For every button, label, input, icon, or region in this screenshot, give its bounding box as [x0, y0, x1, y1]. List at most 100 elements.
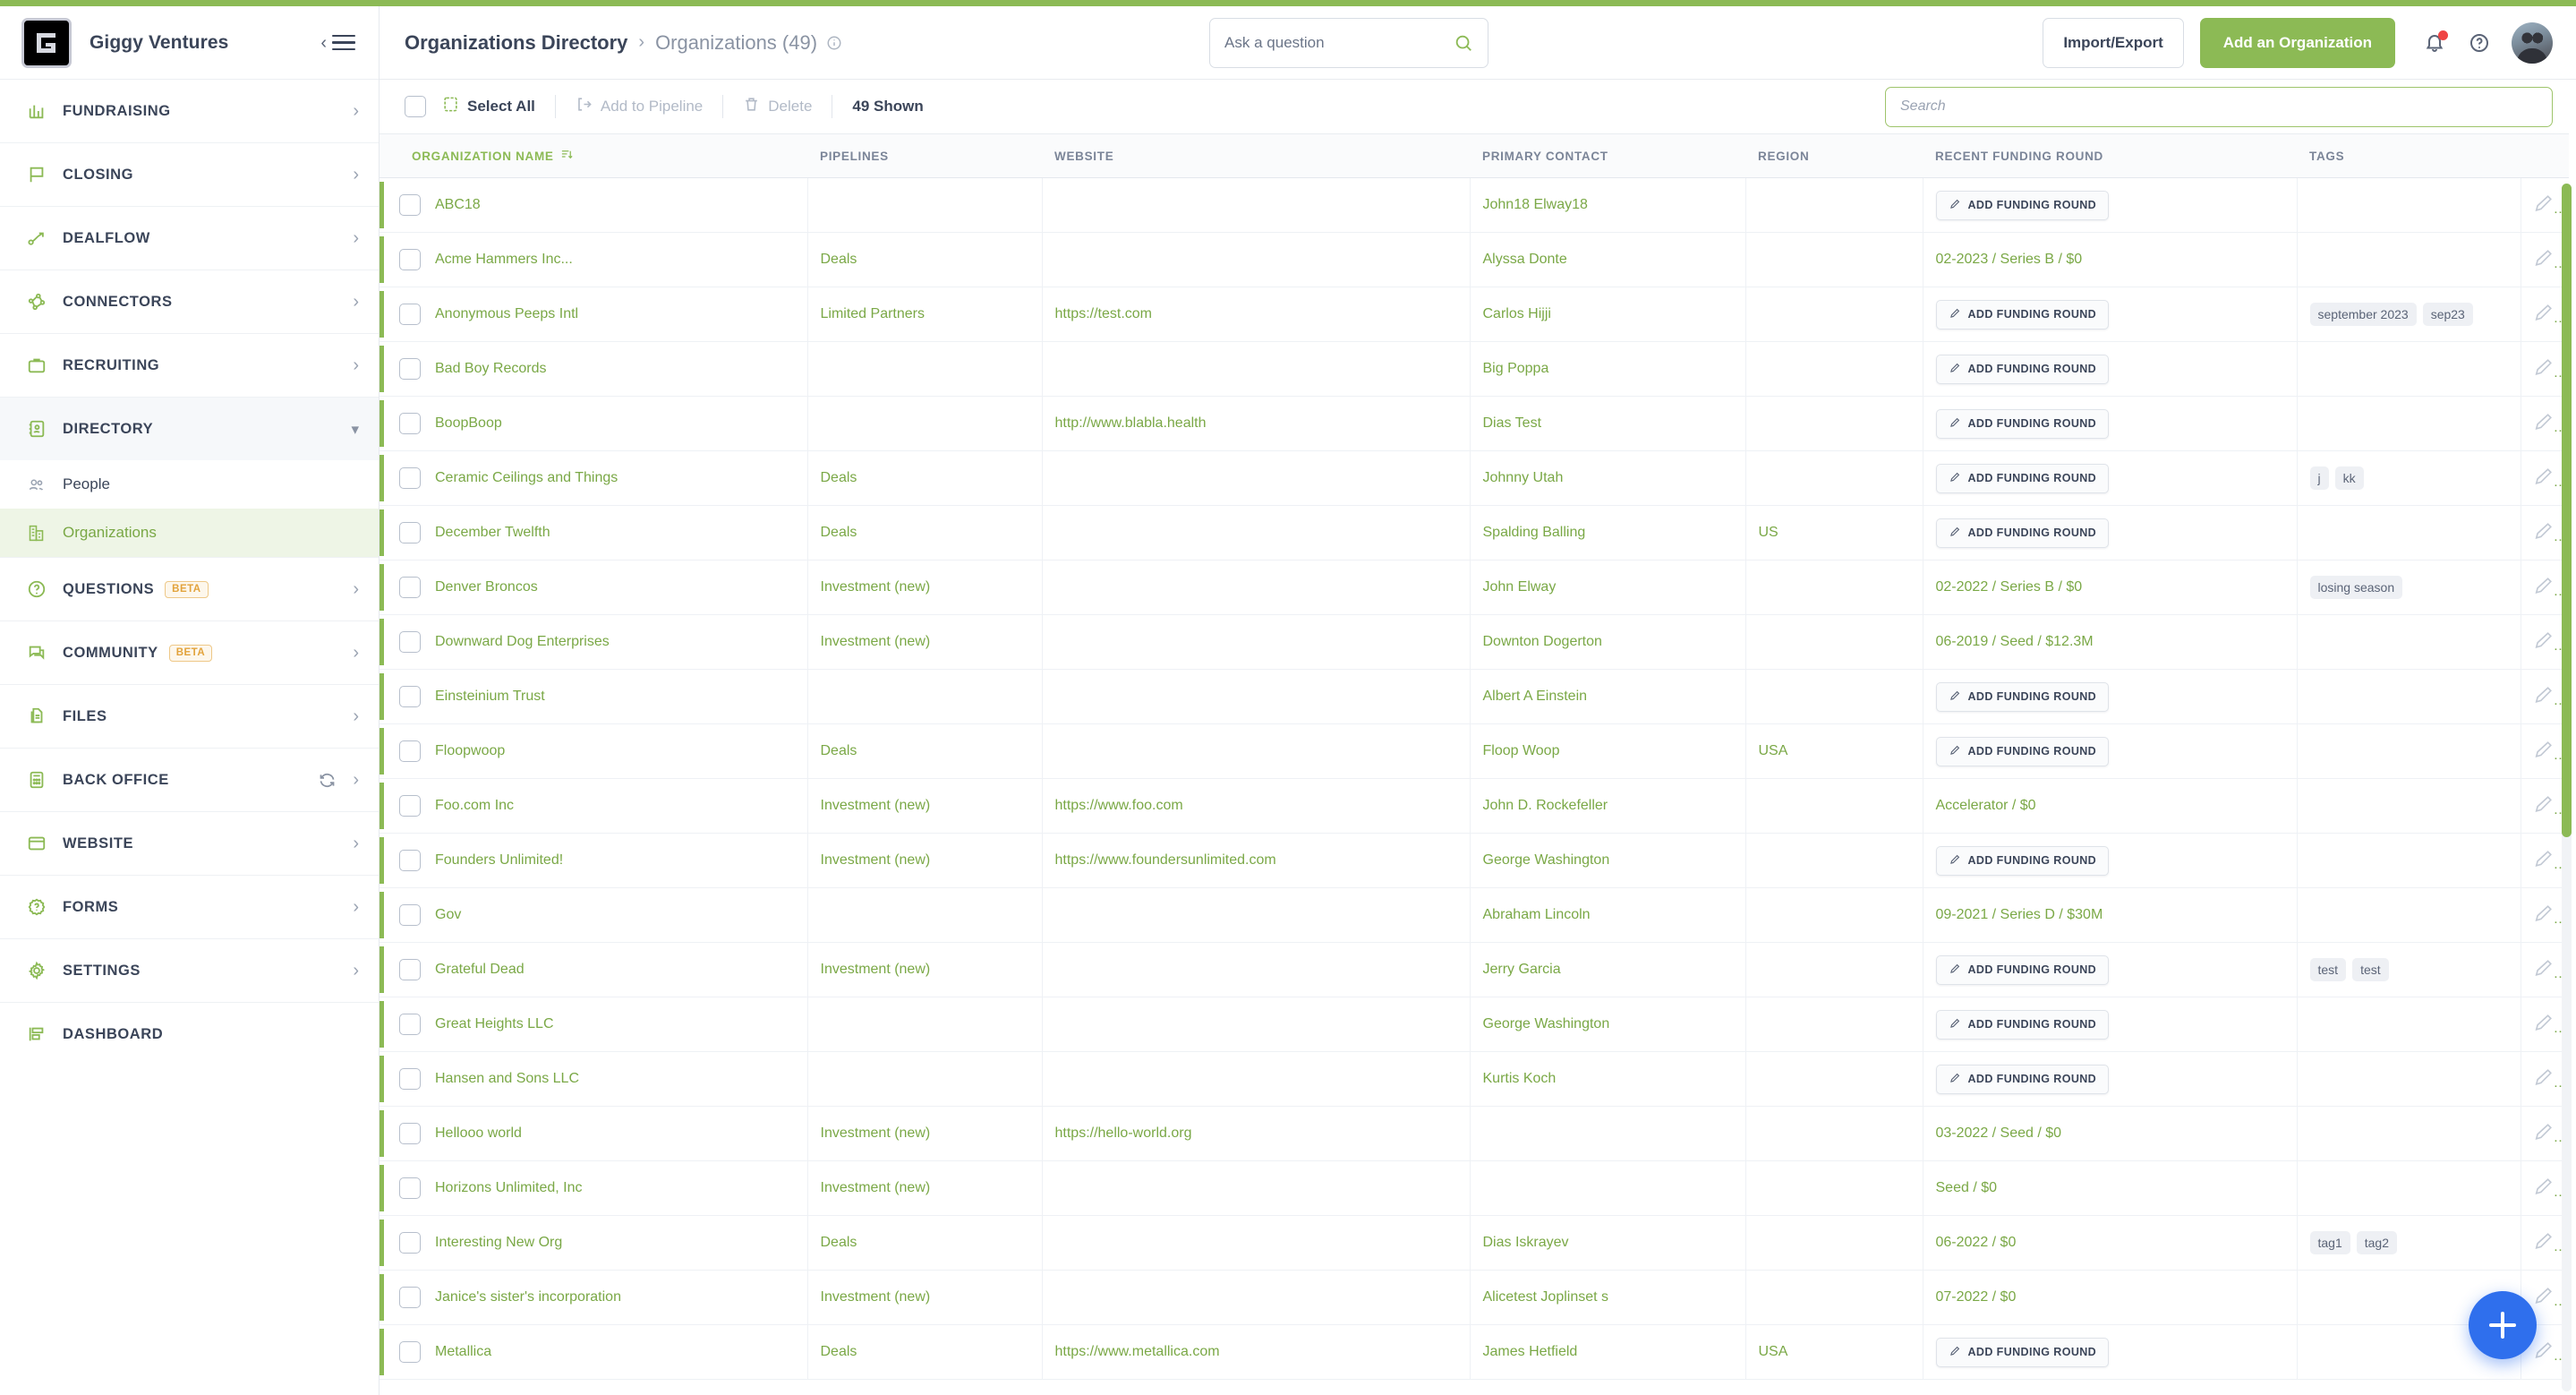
pipelines-cell[interactable]: Investment (new) [806, 614, 1042, 670]
breadcrumb-parent[interactable]: Organizations Directory [405, 31, 627, 55]
organization-name-link[interactable]: Metallica [435, 1344, 491, 1360]
recent-funding-round-cell[interactable]: Seed / $0 [1922, 1160, 2297, 1216]
sidebar-item-people[interactable]: People [0, 460, 379, 509]
add-funding-round-button[interactable]: ADD FUNDING ROUND [1935, 1337, 2110, 1367]
add-funding-round-button[interactable]: ADD FUNDING ROUND [1935, 463, 2110, 493]
tags-cell[interactable] [2296, 396, 2521, 451]
search-box[interactable] [1885, 86, 2553, 127]
sidebar-item-dealflow[interactable]: DEALFLOW › [0, 207, 379, 270]
sidebar-item-directory[interactable]: DIRECTORY ▾ [0, 398, 379, 460]
table-row[interactable]: Horizons Unlimited, Inc Investment (new) S… [380, 1160, 2569, 1216]
search-icon[interactable] [1454, 33, 1473, 53]
edit-pencil-icon[interactable] [2534, 1231, 2554, 1251]
recent-funding-round-cell[interactable]: ADD FUNDING ROUND [1922, 997, 2297, 1052]
add-to-pipeline-button[interactable]: Add to Pipeline [576, 96, 703, 117]
pipelines-cell[interactable]: Investment (new) [806, 778, 1042, 834]
ask-question-box[interactable] [1209, 17, 1489, 68]
organization-name-link[interactable]: Gov [435, 907, 461, 923]
table-row[interactable]: Gov Abraham Lincoln 09-2021 / Series D / $… [380, 887, 2569, 943]
primary-contact-cell[interactable]: Downton Dogerton [1469, 614, 1745, 670]
primary-contact-cell[interactable]: Dias Iskrayev [1469, 1215, 1745, 1271]
edit-pencil-icon[interactable] [2534, 685, 2554, 705]
website-cell[interactable]: https://www.metallica.com [1041, 1324, 1470, 1380]
region-cell[interactable]: US [1744, 505, 1923, 561]
table-row[interactable]: Founders Unlimited! Investment (new) https… [380, 833, 2569, 888]
recent-funding-round-cell[interactable]: ADD FUNDING ROUND [1922, 723, 2297, 779]
tag-chip[interactable]: test [2352, 958, 2389, 981]
tag-chip[interactable]: losing season [2309, 576, 2403, 599]
recent-funding-round-cell[interactable]: ADD FUNDING ROUND [1922, 833, 2297, 888]
organization-name-link[interactable]: December Twelfth [435, 525, 550, 541]
primary-contact-cell[interactable]: James Hetfield [1469, 1324, 1745, 1380]
table-row[interactable]: Grateful Dead Investment (new) Jerry Garci… [380, 942, 2569, 997]
tag-chip[interactable]: september 2023 [2309, 303, 2417, 326]
recent-funding-round-cell[interactable]: 06-2022 / $0 [1922, 1215, 2297, 1271]
table-row[interactable]: Floopwoop Deals Floop Woop USA ADD FUNDING R… [380, 723, 2569, 779]
pipelines-cell[interactable]: Limited Partners [806, 287, 1042, 342]
table-row[interactable]: Downward Dog Enterprises Investment (new)… [380, 614, 2569, 670]
sidebar-item-files[interactable]: FILES › [0, 685, 379, 748]
edit-pencil-icon[interactable] [2534, 903, 2554, 923]
primary-contact-cell[interactable]: Jerry Garcia [1469, 942, 1745, 997]
table-row[interactable]: Bad Boy Records Big Poppa ADD FUNDING ROUN… [380, 341, 2569, 397]
recent-funding-round-cell[interactable]: ADD FUNDING ROUND [1922, 1324, 2297, 1380]
edit-pencil-icon[interactable] [2534, 1177, 2554, 1196]
avatar[interactable] [2512, 21, 2553, 64]
region-cell[interactable]: USA [1744, 1324, 1923, 1380]
tags-cell[interactable] [2296, 669, 2521, 724]
recent-funding-round-cell[interactable]: ADD FUNDING ROUND [1922, 396, 2297, 451]
tag-chip[interactable]: j [2309, 466, 2329, 490]
tags-cell[interactable]: test test [2296, 942, 2521, 997]
primary-contact-cell[interactable]: Carlos Hijji [1469, 287, 1745, 342]
edit-pencil-icon[interactable] [2534, 958, 2554, 978]
row-checkbox[interactable] [399, 1232, 421, 1254]
add-funding-round-button[interactable]: ADD FUNDING ROUND [1935, 736, 2110, 766]
organization-name-link[interactable]: ABC18 [435, 197, 481, 213]
primary-contact-cell[interactable]: George Washington [1469, 997, 1745, 1052]
sync-icon[interactable] [318, 771, 337, 790]
recent-funding-round-cell[interactable]: Accelerator / $0 [1922, 778, 2297, 834]
table-row[interactable]: Einsteinium Trust Albert A Einstein ADD FU… [380, 669, 2569, 724]
edit-pencil-icon[interactable] [2534, 630, 2554, 650]
sidebar-item-dashboard[interactable]: DASHBOARD [0, 1003, 379, 1066]
organization-name-link[interactable]: Founders Unlimited! [435, 852, 563, 869]
table-row[interactable]: Metallica Deals https://www.metallica.com J… [380, 1324, 2569, 1380]
table-row[interactable]: Anonymous Peeps Intl Limited Partners http… [380, 287, 2569, 342]
tags-cell[interactable]: losing season [2296, 560, 2521, 615]
pipelines-cell[interactable]: Deals [806, 1324, 1042, 1380]
website-cell[interactable]: https://test.com [1041, 287, 1470, 342]
sidebar-item-fundraising[interactable]: FUNDRAISING › [0, 80, 379, 142]
tags-cell[interactable] [2296, 887, 2521, 943]
pipelines-cell[interactable]: Deals [806, 505, 1042, 561]
column-header-recent-funding-round[interactable]: RECENT FUNDING ROUND [1923, 133, 2297, 178]
edit-pencil-icon[interactable] [2534, 1286, 2554, 1305]
edit-pencil-icon[interactable] [2534, 1067, 2554, 1087]
organization-name-link[interactable]: Horizons Unlimited, Inc [435, 1180, 583, 1196]
primary-contact-cell[interactable]: Alyssa Donte [1469, 232, 1745, 287]
organization-name-link[interactable]: Hellooo world [435, 1125, 522, 1142]
organization-name-link[interactable]: Foo.com Inc [435, 798, 514, 814]
organization-name-link[interactable]: Floopwoop [435, 743, 505, 759]
edit-pencil-icon[interactable] [2534, 1122, 2554, 1142]
tag-chip[interactable]: tag2 [2356, 1231, 2397, 1254]
sidebar-item-community[interactable]: COMMUNITY BETA › [0, 621, 379, 684]
row-checkbox[interactable] [399, 577, 421, 598]
tag-chip[interactable]: kk [2334, 466, 2364, 490]
import-export-button[interactable]: Import/Export [2043, 17, 2184, 68]
recent-funding-round-cell[interactable]: ADD FUNDING ROUND [1922, 505, 2297, 561]
info-icon[interactable] [826, 35, 842, 51]
edit-pencil-icon[interactable] [2534, 794, 2554, 814]
sidebar-item-connectors[interactable]: CONNECTORS › [0, 270, 379, 333]
tags-cell[interactable]: j kk [2296, 450, 2521, 506]
column-header-region[interactable]: REGION [1745, 133, 1923, 178]
row-checkbox[interactable] [399, 249, 421, 270]
tags-cell[interactable] [2296, 505, 2521, 561]
organization-name-link[interactable]: Anonymous Peeps Intl [435, 306, 578, 322]
primary-contact-cell[interactable]: Alicetest Joplinset s [1469, 1270, 1745, 1325]
table-row[interactable]: Interesting New Org Deals Dias Iskrayev 06-… [380, 1215, 2569, 1271]
column-header-primary-contact[interactable]: PRIMARY CONTACT [1470, 133, 1745, 178]
table-row[interactable]: Hansen and Sons LLC Kurtis Koch ADD FUNDIN… [380, 1051, 2569, 1107]
add-funding-round-button[interactable]: ADD FUNDING ROUND [1935, 1009, 2110, 1040]
row-checkbox[interactable] [399, 358, 421, 380]
delete-button[interactable]: Delete [743, 96, 812, 117]
